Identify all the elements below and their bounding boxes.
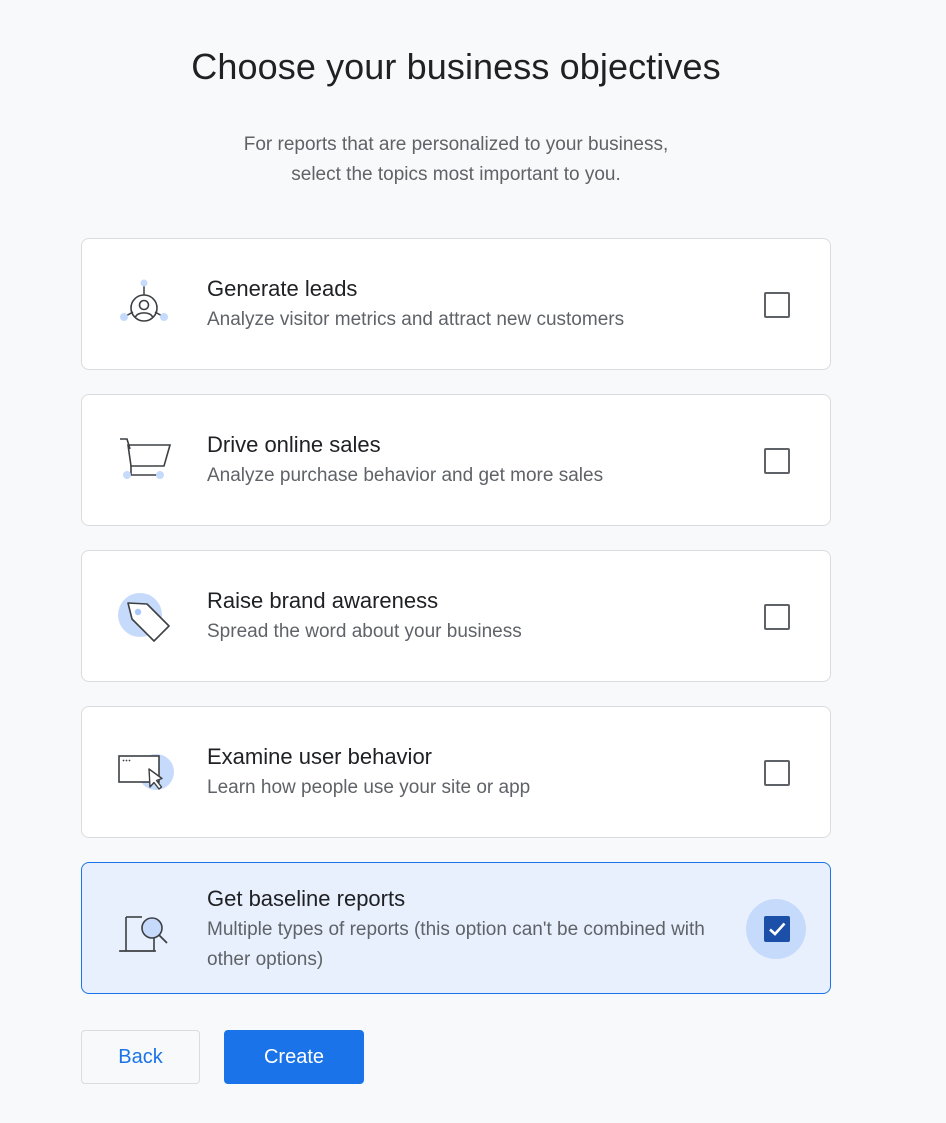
option-title: Drive online sales bbox=[207, 432, 381, 457]
option-generate-leads[interactable]: Generate leads Analyze visitor metrics a… bbox=[81, 238, 831, 370]
checkbox-generate-leads[interactable] bbox=[764, 292, 790, 318]
option-description: Learn how people use your site or app bbox=[207, 777, 531, 798]
objectives-list: Generate leads Analyze visitor metrics a… bbox=[81, 238, 831, 1018]
checkbox-raise-brand-awareness[interactable] bbox=[764, 604, 790, 630]
page-title: Choose your business objectives bbox=[191, 46, 721, 87]
tag-icon bbox=[114, 591, 174, 643]
checkbox-drive-online-sales[interactable] bbox=[764, 448, 790, 474]
option-description: Multiple types of reports (this option c… bbox=[207, 919, 705, 970]
generate-leads-icon bbox=[114, 279, 174, 331]
shopping-cart-icon bbox=[114, 435, 174, 487]
subtitle-line-2: select the topics most important to you. bbox=[291, 164, 621, 185]
option-examine-user-behavior[interactable]: Examine user behavior Learn how people u… bbox=[81, 706, 831, 838]
option-get-baseline-reports[interactable]: Get baseline reports Multiple types of r… bbox=[81, 862, 831, 994]
option-title: Get baseline reports bbox=[207, 886, 406, 911]
checkmark-icon bbox=[769, 922, 786, 936]
report-magnifier-icon bbox=[114, 903, 174, 955]
checkbox-examine-user-behavior[interactable] bbox=[764, 760, 790, 786]
browser-cursor-icon bbox=[114, 747, 174, 799]
checkbox-get-baseline-reports[interactable] bbox=[764, 916, 790, 942]
business-objectives-page: Choose your business objectives For repo… bbox=[0, 0, 946, 1123]
option-description: Spread the word about your business bbox=[207, 621, 522, 642]
create-button[interactable]: Create bbox=[224, 1030, 364, 1084]
option-title: Examine user behavior bbox=[207, 744, 433, 769]
option-title: Generate leads bbox=[207, 276, 358, 301]
option-drive-online-sales[interactable]: Drive online sales Analyze purchase beha… bbox=[81, 394, 831, 526]
page-subtitle: For reports that are personalized to you… bbox=[0, 130, 912, 190]
option-description: Analyze purchase behavior and get more s… bbox=[207, 465, 604, 486]
subtitle-line-1: For reports that are personalized to you… bbox=[243, 134, 669, 155]
back-button[interactable]: Back bbox=[81, 1030, 200, 1084]
option-raise-brand-awareness[interactable]: Raise brand awareness Spread the word ab… bbox=[81, 550, 831, 682]
option-description: Analyze visitor metrics and attract new … bbox=[207, 309, 625, 330]
option-title: Raise brand awareness bbox=[207, 588, 439, 613]
